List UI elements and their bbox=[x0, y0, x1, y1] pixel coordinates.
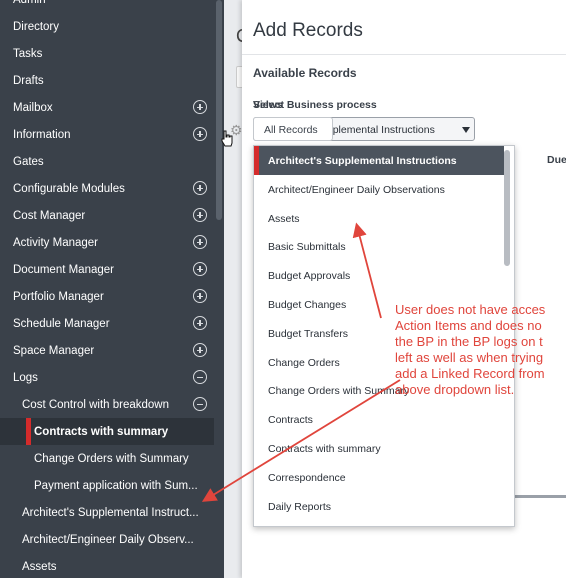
annotation-note: User does not have acces Action Items an… bbox=[395, 302, 546, 397]
arrow-to-sidebar bbox=[201, 379, 401, 502]
annotation-arrows bbox=[201, 222, 401, 502]
screen: AdminDirectoryTasksDraftsMailboxInformat… bbox=[0, 0, 566, 578]
arrow-to-dropdown bbox=[352, 222, 382, 319]
